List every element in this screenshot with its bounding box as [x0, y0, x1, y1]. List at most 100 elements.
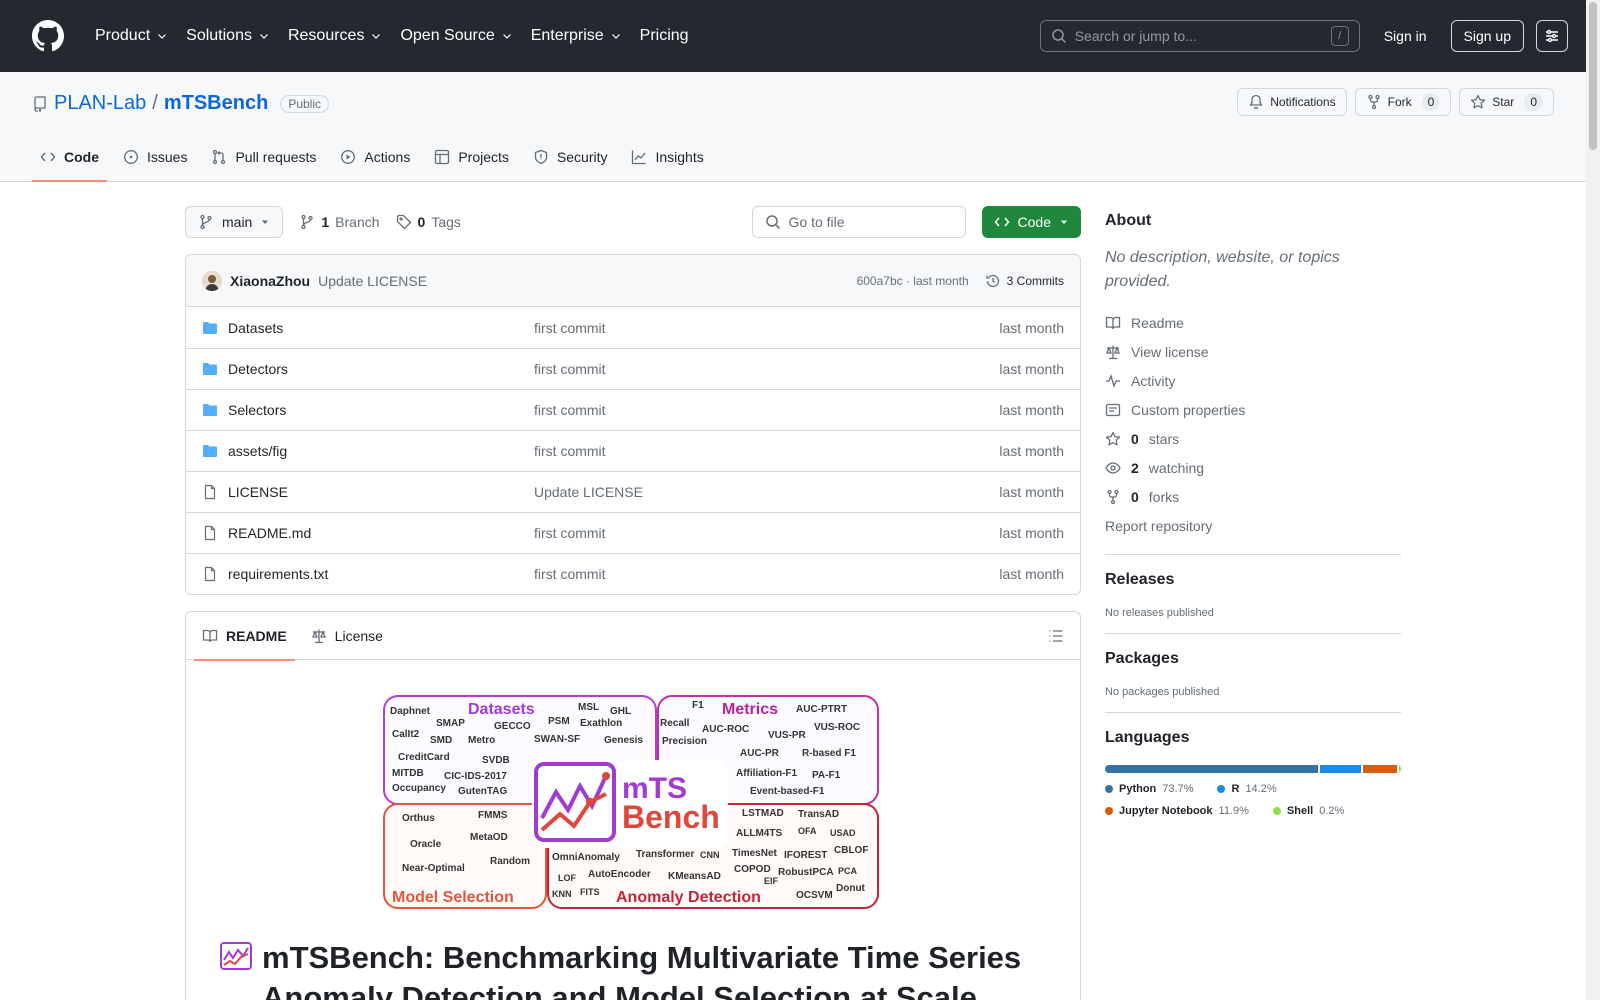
- packages-empty: No packages published: [1105, 686, 1220, 698]
- file-commit-message[interactable]: Update LICENSE: [534, 484, 643, 500]
- file-name-link[interactable]: Datasets: [202, 320, 534, 336]
- nav-enterprise[interactable]: Enterprise: [522, 21, 631, 51]
- banner-word: MITDB: [392, 768, 424, 779]
- menu-button[interactable]: [1536, 20, 1568, 52]
- star-button[interactable]: Star 0: [1459, 88, 1554, 116]
- file-row[interactable]: Selectors first commit last month: [186, 389, 1080, 430]
- forks-link[interactable]: 0 forks: [1105, 482, 1401, 511]
- file-name-link[interactable]: Detectors: [202, 361, 534, 377]
- sign-in-link[interactable]: Sign in: [1376, 22, 1435, 50]
- file-list: Datasets first commit last month Detectors f…: [186, 307, 1080, 594]
- banner-word: LSTMAD: [742, 808, 784, 819]
- fork-icon: [1366, 94, 1382, 110]
- global-nav: Product Solutions Resources Open Source …: [86, 21, 698, 51]
- nav-product[interactable]: Product: [86, 21, 177, 51]
- file-commit-message[interactable]: first commit: [534, 320, 606, 336]
- commit-message[interactable]: Update LICENSE: [318, 273, 427, 289]
- nav-pricing[interactable]: Pricing: [631, 21, 698, 51]
- repo-icon: [32, 95, 48, 112]
- file-name-link[interactable]: Selectors: [202, 402, 534, 418]
- repo-owner-link[interactable]: PLAN-Lab: [54, 92, 146, 115]
- license-link[interactable]: View license: [1105, 337, 1401, 366]
- github-logo-icon[interactable]: [32, 20, 64, 52]
- file-name-link[interactable]: requirements.txt: [202, 566, 534, 582]
- banner-word: FMMS: [478, 810, 508, 821]
- branch-selector[interactable]: main: [185, 206, 284, 238]
- branches-link[interactable]: 1 Branch: [299, 214, 380, 230]
- banner-word: IFOREST: [784, 850, 827, 861]
- avatar[interactable]: [202, 270, 222, 291]
- commit-meta[interactable]: 600a7bc · last month: [857, 274, 969, 288]
- file-row[interactable]: assets/fig first commit last month: [186, 430, 1080, 471]
- nav-solutions[interactable]: Solutions: [177, 21, 279, 51]
- scrollbar-thumb[interactable]: [1589, 2, 1597, 150]
- scrollbar[interactable]: [1586, 0, 1600, 1000]
- stars-link[interactable]: 0 stars: [1105, 424, 1401, 453]
- tab-issues[interactable]: Issues: [115, 149, 195, 181]
- file-name-link[interactable]: README.md: [202, 525, 534, 541]
- banner-word: ALLM4TS: [736, 828, 782, 839]
- file-row[interactable]: Detectors first commit last month: [186, 348, 1080, 389]
- banner-word: EIF: [764, 876, 779, 886]
- file-row[interactable]: LICENSE Update LICENSE last month: [186, 471, 1080, 512]
- watching-link[interactable]: 2 watching: [1105, 453, 1401, 482]
- file-row[interactable]: README.md first commit last month: [186, 512, 1080, 553]
- tab-code[interactable]: Code: [32, 149, 107, 182]
- file-name-link[interactable]: assets/fig: [202, 443, 534, 459]
- tab-license[interactable]: License: [303, 612, 391, 660]
- commits-history-link[interactable]: 3 Commits: [985, 273, 1064, 289]
- file-commit-message[interactable]: first commit: [534, 361, 606, 377]
- banner-word: SVDB: [482, 755, 510, 766]
- nav-open-source[interactable]: Open Source: [391, 21, 521, 51]
- tab-readme[interactable]: README: [194, 612, 295, 661]
- tag-icon: [396, 214, 412, 230]
- banner-word: GutenTAG: [458, 786, 507, 797]
- languages-heading: Languages: [1105, 729, 1190, 746]
- issue-icon: [123, 149, 139, 165]
- banner-word: Orthus: [402, 813, 435, 824]
- tags-link[interactable]: 0 Tags: [396, 214, 461, 230]
- banner-word: MSL: [578, 702, 599, 713]
- file-row[interactable]: requirements.txt first commit last month: [186, 553, 1080, 594]
- readme-link[interactable]: Readme: [1105, 308, 1401, 337]
- packages-heading[interactable]: Packages: [1105, 650, 1401, 668]
- file-commit-message[interactable]: first commit: [534, 402, 606, 418]
- file-icon: [202, 525, 218, 541]
- tab-actions[interactable]: Actions: [332, 149, 418, 181]
- file-commit-message[interactable]: first commit: [534, 443, 606, 459]
- tab-security[interactable]: Security: [525, 149, 616, 181]
- fork-button[interactable]: Fork 0: [1354, 88, 1452, 116]
- releases-heading[interactable]: Releases: [1105, 571, 1401, 589]
- language-color-dot: [1217, 785, 1226, 793]
- language-item[interactable]: R 14.2%: [1217, 783, 1277, 795]
- activity-link[interactable]: Activity: [1105, 366, 1401, 395]
- commit-author[interactable]: XiaonaZhou: [230, 273, 310, 289]
- sign-up-button[interactable]: Sign up: [1450, 20, 1524, 52]
- repo-name-link[interactable]: mTSBench: [164, 92, 268, 115]
- table-of-contents-button[interactable]: [1040, 620, 1072, 652]
- nav-resources[interactable]: Resources: [279, 21, 391, 51]
- report-repository-link[interactable]: Report repository: [1105, 511, 1401, 540]
- scale-icon: [311, 628, 327, 644]
- code-button[interactable]: Code: [981, 206, 1081, 238]
- banner-word: FITS: [580, 887, 600, 897]
- notifications-button[interactable]: Notifications: [1237, 88, 1347, 116]
- file-name-link[interactable]: LICENSE: [202, 484, 534, 500]
- tab-insights[interactable]: Insights: [623, 149, 711, 181]
- search-input[interactable]: Search or jump to... /: [1039, 20, 1360, 52]
- visibility-badge: Public: [280, 94, 329, 113]
- custom-properties-link[interactable]: Custom properties: [1105, 395, 1401, 424]
- file-commit-message[interactable]: first commit: [534, 525, 606, 541]
- banner-word: PCA: [838, 866, 858, 876]
- banner-word: Event-based-F1: [750, 786, 825, 797]
- tab-pull-requests[interactable]: Pull requests: [203, 149, 324, 181]
- file-row[interactable]: Datasets first commit last month: [186, 307, 1080, 348]
- tab-projects[interactable]: Projects: [426, 149, 517, 181]
- language-item[interactable]: Python 73.7%: [1105, 783, 1193, 795]
- banner-datasets-heading: Datasets: [468, 701, 535, 718]
- go-to-file-input[interactable]: Go to file: [751, 206, 966, 238]
- main-content: main 1 Branch 0 Tags Go to file Code Xiaon…: [185, 206, 1081, 1000]
- file-commit-message[interactable]: first commit: [534, 566, 606, 582]
- language-item[interactable]: Jupyter Notebook 11.9%: [1105, 805, 1249, 817]
- language-item[interactable]: Shell 0.2%: [1272, 805, 1344, 817]
